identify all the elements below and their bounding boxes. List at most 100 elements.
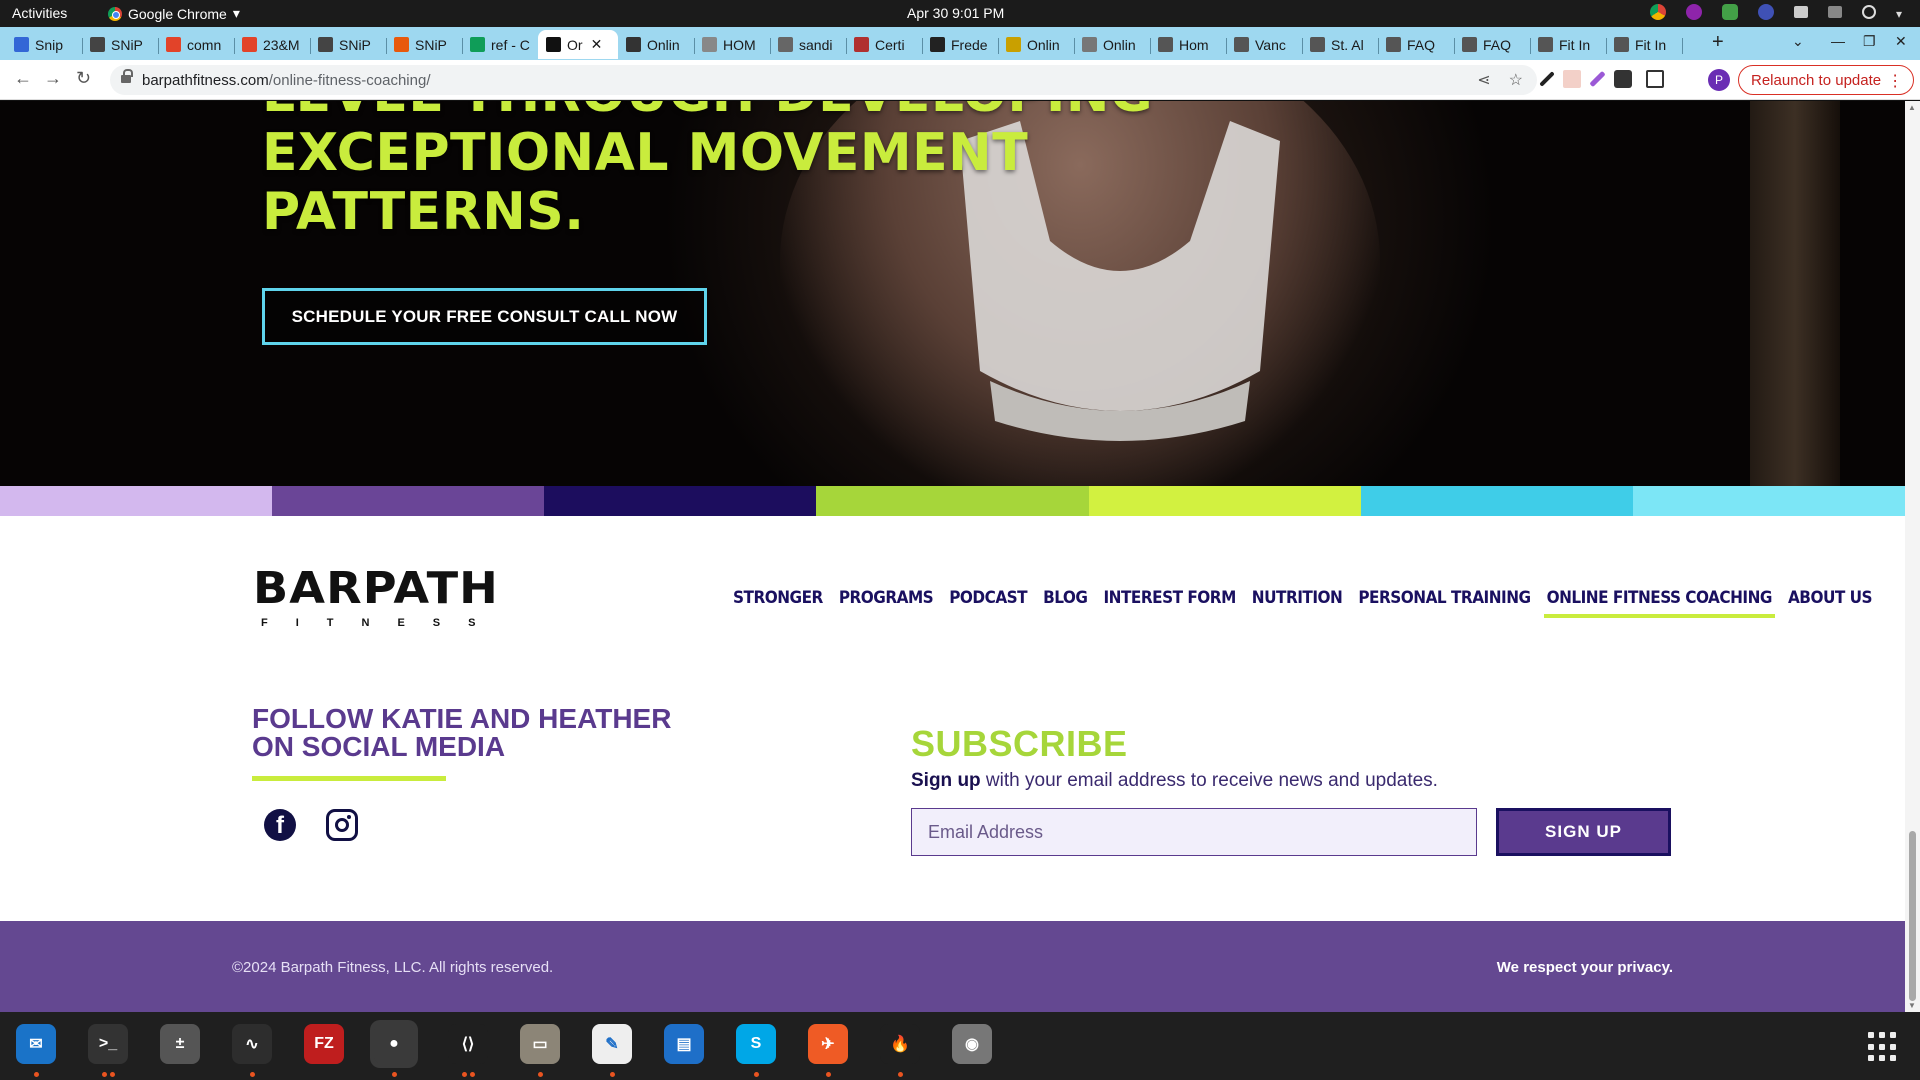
nav-item-podcast[interactable]: PODCAST: [946, 588, 1030, 608]
x-tray-icon[interactable]: [1758, 4, 1774, 20]
power-icon[interactable]: [1862, 5, 1876, 19]
privacy-link[interactable]: We respect your privacy.: [1497, 959, 1673, 976]
chrome-icon[interactable]: ●: [370, 1020, 418, 1068]
nav-item-blog[interactable]: BLOG: [1040, 588, 1090, 608]
skype-icon[interactable]: S: [732, 1020, 780, 1068]
network-icon[interactable]: [1794, 6, 1808, 18]
tab[interactable]: St. Al: [1302, 30, 1378, 59]
tab[interactable]: Onlin: [998, 30, 1074, 59]
share-icon[interactable]: ⋖: [1477, 70, 1490, 90]
tab[interactable]: SNiP: [386, 30, 462, 59]
tab[interactable]: Fit In: [1530, 30, 1606, 59]
color-stripe: [1632, 486, 1905, 516]
back-icon[interactable]: ←: [14, 68, 32, 89]
tab[interactable]: HOM: [694, 30, 770, 59]
new-tab-button[interactable]: +: [1712, 31, 1724, 54]
scrollbar-thumb[interactable]: [1909, 831, 1916, 1001]
burp-icon[interactable]: 🔥: [876, 1020, 924, 1068]
text-editor-glyph: ✎: [592, 1024, 632, 1064]
lock-icon[interactable]: [121, 69, 133, 85]
reload-icon[interactable]: ↻: [76, 68, 91, 89]
vscode-icon[interactable]: ⟨⟩: [444, 1020, 492, 1068]
nav-item-stronger[interactable]: STRONGER: [730, 588, 826, 608]
close-window-icon[interactable]: ✕: [1895, 33, 1907, 50]
tab[interactable]: comn: [158, 30, 234, 59]
tab[interactable]: Snip: [6, 30, 82, 59]
forward-icon[interactable]: →: [44, 68, 62, 89]
check-tray-icon[interactable]: [1722, 4, 1738, 20]
thunderbird-icon[interactable]: ✉: [12, 1020, 60, 1068]
tab[interactable]: Onlin: [618, 30, 694, 59]
barpath-logo[interactable]: BARPATH FITNESS: [253, 565, 503, 630]
disc-icon[interactable]: ◉: [948, 1020, 996, 1068]
sheets-icon: [470, 37, 485, 52]
minimize-icon[interactable]: —: [1831, 33, 1845, 49]
tab[interactable]: Onlin: [1074, 30, 1150, 59]
schedule-consult-button[interactable]: SCHEDULE YOUR FREE CONSULT CALL NOW: [262, 288, 707, 345]
tab[interactable]: Hom: [1150, 30, 1226, 59]
bookmark-star-icon[interactable]: ☆: [1509, 70, 1523, 90]
tab[interactable]: SNiP: [82, 30, 158, 59]
tab[interactable]: sandi: [770, 30, 846, 59]
page-scrollbar[interactable]: ▲ ▼: [1905, 101, 1920, 1012]
clock[interactable]: Apr 30 9:01 PM: [907, 5, 1004, 21]
instagram-icon[interactable]: [326, 809, 358, 841]
tab[interactable]: Frede: [922, 30, 998, 59]
tab-active[interactable]: Or ✕: [538, 30, 618, 59]
nav-item-programs[interactable]: PROGRAMS: [836, 588, 936, 608]
nav-item-nutrition[interactable]: NUTRITION: [1249, 588, 1346, 608]
chrome-tray-icon[interactable]: [1650, 4, 1666, 20]
volume-icon[interactable]: [1828, 6, 1842, 18]
eyedropper-icon[interactable]: [1539, 71, 1555, 87]
pen-ext-icon[interactable]: [1589, 70, 1606, 88]
profile-avatar[interactable]: P: [1708, 69, 1730, 91]
sign-up-button[interactable]: SIGN UP: [1496, 808, 1671, 856]
nav-item-personal-training[interactable]: PERSONAL TRAINING: [1355, 588, 1533, 608]
text-editor-icon[interactable]: ✎: [588, 1020, 636, 1068]
system-monitor-icon[interactable]: ∿: [228, 1020, 276, 1068]
tab[interactable]: Fit In: [1606, 30, 1682, 59]
writer-icon[interactable]: ▤: [660, 1020, 708, 1068]
ship-icon: [854, 37, 869, 52]
app-menu[interactable]: Google Chrome ▾: [108, 5, 240, 22]
scroll-down-icon[interactable]: ▼: [1908, 1001, 1916, 1010]
color-stripe: [1088, 486, 1361, 516]
side-panel-icon[interactable]: [1646, 70, 1664, 88]
tab[interactable]: Vanc: [1226, 30, 1302, 59]
nav-item-online-fitness-coaching[interactable]: ONLINE FITNESS COACHING: [1543, 588, 1776, 618]
chevron-down-icon[interactable]: ▾: [1896, 7, 1906, 21]
terminal-icon[interactable]: >_: [84, 1020, 132, 1068]
postman-glyph: ✈: [808, 1024, 848, 1064]
email-input[interactable]: Email Address: [911, 808, 1477, 856]
address-bar[interactable]: barpathfitness.com/online-fitness-coachi…: [110, 65, 1537, 95]
tab-search-icon[interactable]: ⌄: [1792, 33, 1804, 50]
firefox-tray-icon[interactable]: [1686, 4, 1702, 20]
calculator-icon[interactable]: ±: [156, 1020, 204, 1068]
footer-nav: STRONGER PROGRAMS PODCAST BLOG INTEREST FORM…: [730, 588, 1875, 618]
calendar-ext-icon[interactable]: [1563, 70, 1581, 88]
relaunch-button[interactable]: Relaunch to update ⋮: [1738, 65, 1915, 95]
grid-icon: [1006, 37, 1021, 52]
subscribe-heading: SUBSCRIBE: [911, 723, 1128, 764]
url-text[interactable]: barpathfitness.com/online-fitness-coachi…: [142, 72, 431, 89]
filezilla-icon[interactable]: FZ: [300, 1020, 348, 1068]
tab[interactable]: FAQ: [1378, 30, 1454, 59]
system-tray[interactable]: ▾: [1650, 4, 1906, 21]
activities-button[interactable]: Activities: [12, 5, 67, 21]
tab[interactable]: FAQ: [1454, 30, 1530, 59]
nav-item-about-us[interactable]: ABOUT US: [1785, 588, 1875, 608]
facebook-icon[interactable]: f: [264, 809, 296, 841]
files-icon[interactable]: ▭: [516, 1020, 564, 1068]
tab[interactable]: 23&M: [234, 30, 310, 59]
close-tab-icon[interactable]: ✕: [591, 36, 603, 53]
tab[interactable]: Certi: [846, 30, 922, 59]
maximize-icon[interactable]: ❐: [1863, 33, 1876, 50]
more-menu-icon[interactable]: ⋮: [1887, 71, 1903, 91]
scroll-up-icon[interactable]: ▲: [1908, 103, 1916, 112]
nav-item-interest-form[interactable]: INTEREST FORM: [1100, 588, 1238, 608]
tab[interactable]: SNiP: [310, 30, 386, 59]
show-apps-icon[interactable]: [1868, 1032, 1898, 1062]
tab[interactable]: ref - C: [462, 30, 538, 59]
extensions-puzzle-icon[interactable]: [1614, 70, 1632, 88]
postman-icon[interactable]: ✈: [804, 1020, 852, 1068]
